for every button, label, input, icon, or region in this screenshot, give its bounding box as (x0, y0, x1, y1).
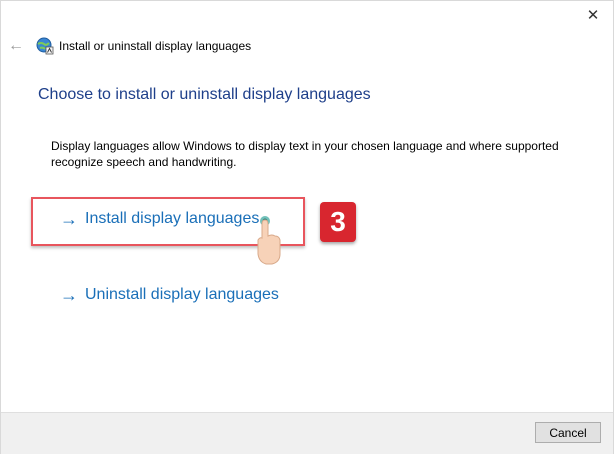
back-arrow-icon: ← (8, 37, 24, 54)
wizard-title: Install or uninstall display languages (59, 39, 252, 53)
footer-bar (1, 412, 613, 454)
cancel-button[interactable]: Cancel (535, 422, 601, 443)
back-button[interactable]: ← (6, 36, 26, 56)
description-text: Display languages allow Windows to displ… (51, 139, 559, 169)
step-badge: 3 (320, 202, 356, 242)
arrow-right-icon: → (60, 285, 78, 305)
uninstall-display-languages-link[interactable]: → Uninstall display languages (60, 286, 279, 304)
uninstall-link-label: Uninstall display languages (85, 286, 279, 303)
close-button[interactable]: ✕ (572, 0, 614, 30)
pointer-hand-icon (257, 216, 281, 265)
close-icon: ✕ (586, 7, 600, 24)
page-heading: Choose to install or uninstall display l… (38, 86, 371, 103)
globe-language-icon (36, 37, 54, 55)
